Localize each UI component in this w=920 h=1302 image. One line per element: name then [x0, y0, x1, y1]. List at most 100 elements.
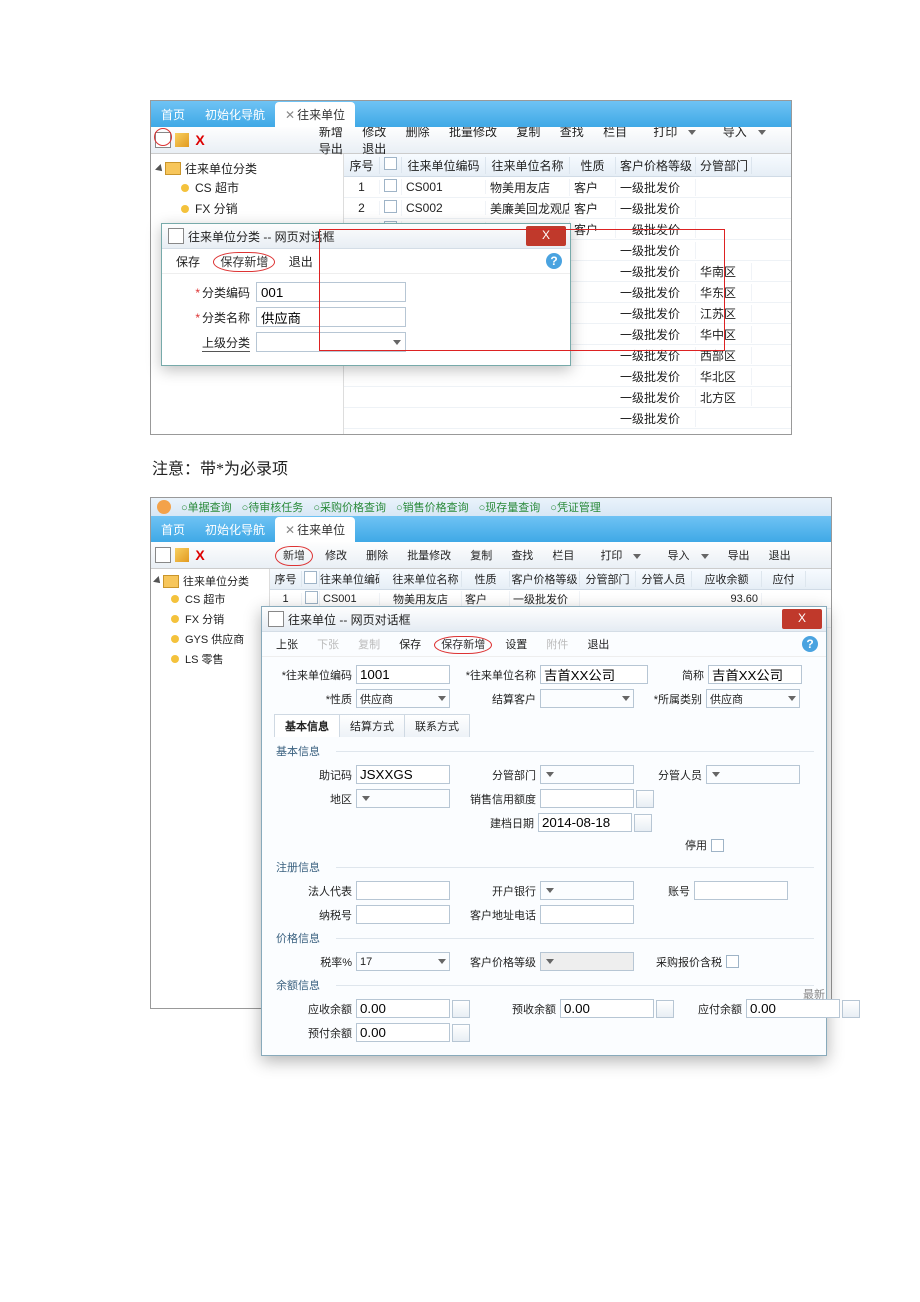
- new-icon[interactable]: [155, 547, 171, 563]
- checkbox-icon[interactable]: [304, 571, 317, 584]
- lookup-icon[interactable]: [656, 1000, 674, 1018]
- checkbox-stop[interactable]: [711, 839, 724, 852]
- btn-new[interactable]: 新增: [275, 546, 313, 566]
- input-ar[interactable]: [356, 999, 450, 1018]
- close-icon[interactable]: ✕: [285, 108, 295, 122]
- table-row[interactable]: 1CS001物美用友店客户一级批发价: [344, 177, 791, 198]
- tab-units[interactable]: ✕往来单位: [275, 102, 355, 127]
- close-button[interactable]: X: [782, 609, 822, 629]
- select-region[interactable]: [356, 789, 450, 808]
- btn-exit[interactable]: 退出: [283, 253, 319, 271]
- tree-item[interactable]: FX 分销: [157, 198, 337, 219]
- label-taxrate: 税率%: [274, 954, 356, 970]
- subtab-basic[interactable]: 基本信息: [274, 714, 340, 737]
- checkbox-icon[interactable]: [384, 157, 397, 170]
- grid-header: 序号 往来单位编码 往来单位名称 性质 客户价格等级 分管部门: [344, 154, 791, 177]
- tree-root[interactable]: 往来单位分类: [155, 573, 265, 589]
- btn-print[interactable]: 打印: [586, 547, 648, 565]
- edit-icon[interactable]: [175, 133, 189, 147]
- table-row[interactable]: 一级批发价华北区: [344, 366, 791, 387]
- btn-save[interactable]: 保存: [170, 253, 206, 271]
- subtab-contact[interactable]: 联系方式: [404, 714, 470, 737]
- link-voucher[interactable]: ○凭证管理: [550, 499, 601, 515]
- btn-batch[interactable]: 批量修改: [400, 547, 458, 565]
- label-settle: 结算客户: [458, 691, 540, 707]
- delete-icon[interactable]: X: [193, 548, 207, 562]
- table-row[interactable]: 2CS002美廉美回龙观店客户一级批发价: [344, 198, 791, 219]
- checkbox-quote[interactable]: [726, 955, 739, 968]
- input-tel[interactable]: [540, 905, 634, 924]
- tab-home[interactable]: 首页: [151, 517, 195, 542]
- input-taxno[interactable]: [356, 905, 450, 924]
- btn-save[interactable]: 保存: [393, 637, 427, 653]
- delete-icon[interactable]: X: [193, 133, 207, 147]
- tab-init-nav[interactable]: 初始化导航: [195, 517, 275, 542]
- btn-save-add[interactable]: 保存新增: [434, 636, 492, 654]
- help-icon[interactable]: ?: [546, 253, 562, 269]
- select-bank[interactable]: [540, 881, 634, 900]
- input-ap[interactable]: [746, 999, 840, 1018]
- close-icon[interactable]: ✕: [285, 523, 295, 537]
- input-legal[interactable]: [356, 881, 450, 900]
- link-buyprice[interactable]: ○采购价格查询: [313, 499, 386, 515]
- btn-quit[interactable]: 退出: [762, 547, 798, 565]
- select-person[interactable]: [706, 765, 800, 784]
- calendar-icon[interactable]: [634, 814, 652, 832]
- select-kind[interactable]: 供应商: [356, 689, 450, 708]
- input-pr[interactable]: [560, 999, 654, 1018]
- input-acct[interactable]: [694, 881, 788, 900]
- btn-set[interactable]: 设置: [499, 637, 533, 653]
- link-stock[interactable]: ○现存量查询: [479, 499, 541, 515]
- input-unit-code[interactable]: [356, 665, 450, 684]
- lookup-icon[interactable]: [636, 790, 654, 808]
- tab-init-nav[interactable]: 初始化导航: [195, 102, 275, 127]
- tree-item[interactable]: CS 超市: [157, 177, 337, 198]
- help-icon[interactable]: ?: [802, 636, 818, 652]
- note-text: 注意：带*为必录项: [152, 455, 860, 479]
- btn-save-add[interactable]: 保存新增: [213, 252, 275, 272]
- input-short[interactable]: [708, 665, 802, 684]
- input-unit-name[interactable]: [540, 665, 648, 684]
- close-button[interactable]: X: [526, 226, 566, 246]
- select-dept[interactable]: [540, 765, 634, 784]
- btn-import[interactable]: 导入: [654, 547, 716, 565]
- link-bill-query[interactable]: ○单据查询: [181, 499, 232, 515]
- link-pending[interactable]: ○待审核任务: [242, 499, 304, 515]
- tree-item[interactable]: FX 分销: [155, 609, 265, 629]
- tab-units[interactable]: ✕往来单位: [275, 517, 355, 542]
- select-parent[interactable]: [256, 332, 406, 352]
- select-cat[interactable]: 供应商: [706, 689, 800, 708]
- expand-icon[interactable]: [153, 576, 163, 586]
- input-date[interactable]: [538, 813, 632, 832]
- lookup-icon[interactable]: [842, 1000, 860, 1018]
- tree-item[interactable]: CS 超市: [155, 589, 265, 609]
- edit-icon[interactable]: [175, 548, 189, 562]
- btn-find[interactable]: 查找: [504, 547, 540, 565]
- link-sellprice[interactable]: ○销售价格查询: [396, 499, 469, 515]
- tree-item[interactable]: GYS 供应商: [155, 629, 265, 649]
- btn-edit[interactable]: 修改: [318, 547, 354, 565]
- tab-home[interactable]: 首页: [151, 102, 195, 127]
- lookup-icon[interactable]: [452, 1000, 470, 1018]
- input-name[interactable]: [256, 307, 406, 327]
- btn-copy[interactable]: 复制: [463, 547, 499, 565]
- select-taxrate[interactable]: 17: [356, 952, 450, 971]
- input-mnem[interactable]: [356, 765, 450, 784]
- lookup-icon[interactable]: [452, 1024, 470, 1042]
- btn-del[interactable]: 删除: [359, 547, 395, 565]
- tree-root[interactable]: 往来单位分类: [157, 160, 337, 177]
- input-code[interactable]: [256, 282, 406, 302]
- tree-item[interactable]: LS 零售: [155, 649, 265, 669]
- expand-icon[interactable]: [155, 164, 165, 174]
- table-row[interactable]: 一级批发价北方区: [344, 387, 791, 408]
- subtab-settle[interactable]: 结算方式: [339, 714, 405, 737]
- select-settle[interactable]: [540, 689, 634, 708]
- btn-export[interactable]: 导出: [721, 547, 757, 565]
- input-pp[interactable]: [356, 1023, 450, 1042]
- btn-exit[interactable]: 退出: [581, 637, 615, 653]
- btn-col[interactable]: 栏目: [545, 547, 581, 565]
- input-credit[interactable]: [540, 789, 634, 808]
- btn-prev[interactable]: 上张: [270, 637, 304, 653]
- table-row[interactable]: 一级批发价: [344, 408, 791, 429]
- label-bank: 开户银行: [458, 883, 540, 899]
